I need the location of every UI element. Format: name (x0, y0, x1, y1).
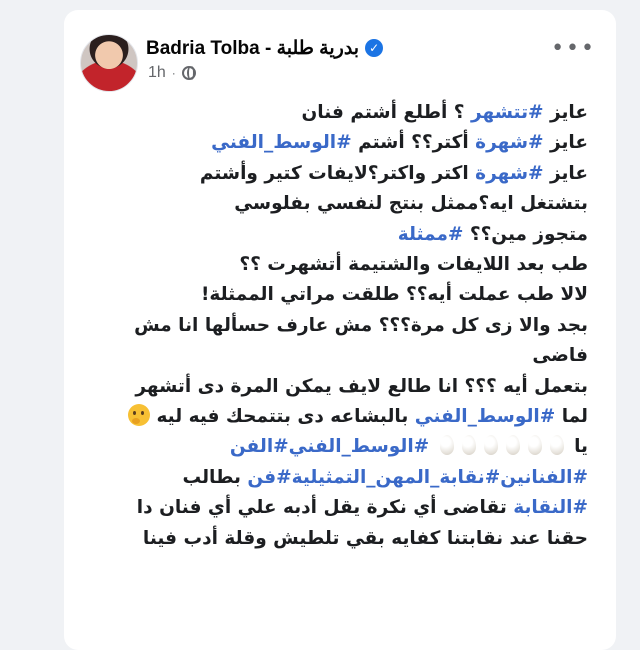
globe-icon[interactable] (181, 66, 196, 80)
egg-icon (549, 435, 564, 456)
post-time[interactable]: 1h (148, 64, 166, 82)
hashtag-link[interactable]: #نقابة_المهن_التمثيلية (292, 467, 501, 488)
egg-icon (461, 435, 476, 456)
text-segment: عايز (543, 102, 588, 123)
post-body: عايز #تتشهر ؟ أطلع أشتم فنان عايز #شهرة … (88, 98, 588, 554)
post-line: بجد والا زى كل مرة؟؟؟ مش عارف حسألها انا… (134, 314, 588, 336)
post-line: يا #الوسط_الفني#الفن (88, 432, 588, 462)
verified-badge-icon: ✓ (365, 39, 384, 57)
author-name[interactable]: Badria Tolba - بدرية طلبة (146, 37, 359, 60)
post-line: لما #الوسط_الفني بالبشاعه دى بتتمحك فيه … (88, 402, 588, 432)
hashtag-link[interactable]: #شهرة (475, 163, 543, 184)
thinking-face-icon (127, 404, 150, 427)
text-segment: بالبشاعه دى بتتمحك فيه ليه (156, 406, 415, 428)
post-meta: 1h · (148, 64, 196, 82)
text-segment: اكتر واكتر؟لايفات كتير وأشتم (199, 162, 476, 184)
text-segment: ؟ أطلع أشتم فنان (301, 102, 471, 123)
hashtag-link[interactable]: #النقابة (513, 497, 588, 518)
author-avatar[interactable] (80, 34, 138, 92)
post-line: متجوز مين؟؟ #ممثلة (88, 220, 588, 250)
post-line: عايز #شهرة اكتر واكتر؟لايفات كتير وأشتم (88, 159, 588, 189)
more-options-button[interactable]: ••• (551, 38, 596, 60)
text-segment: لما (555, 406, 588, 428)
post-line: بتشتغل ايه؟ممثل بنتج لنفسي بفلوسي (234, 193, 588, 215)
egg-icon (527, 435, 542, 456)
egg-icon (439, 435, 454, 456)
egg-icon (505, 435, 520, 456)
post-line: طب بعد اللايفات والشتيمة أتشهرت ؟؟ (239, 254, 588, 276)
text-segment: عايز (543, 162, 588, 184)
hashtag-link[interactable]: #الوسط_الفني (211, 132, 352, 153)
post-line: بتعمل أيه ؟؟؟ انا طالع لايف يمكن المرة د… (135, 375, 588, 397)
author-row: Badria Tolba - بدرية طلبة ✓ (146, 36, 384, 60)
post-card: Badria Tolba - بدرية طلبة ✓ 1h · ••• عاي… (64, 10, 616, 650)
text-segment: بطالب (182, 466, 248, 488)
hashtag-link[interactable]: #ممثلة (398, 224, 464, 245)
hashtag-link[interactable]: #شهرة (475, 132, 543, 153)
hashtag-link[interactable]: #الفنانين (500, 467, 588, 488)
hashtag-link[interactable]: #الوسط_الفني (415, 406, 556, 427)
text-segment: عايز (543, 132, 588, 154)
hashtag-link[interactable]: #تتشهر (471, 102, 544, 123)
post-line: #النقابة تقاضى أي نكرة يقل أدبه علي أي ف… (88, 493, 588, 523)
separator-dot: · (171, 66, 176, 80)
text-segment: أكتر؟؟ أشتم (351, 132, 476, 154)
text-segment: متجوز مين؟؟ (463, 223, 588, 245)
egg-icon (483, 435, 498, 456)
hashtag-link[interactable]: #الفن (230, 436, 289, 457)
post-line: #الفنانين#نقابة_المهن_التمثيلية#فن بطالب (88, 463, 588, 493)
post-line: حقنا عند نقابتنا كفايه بقي تلطيش وقلة أد… (142, 527, 588, 549)
hashtag-link[interactable]: #فن (247, 467, 291, 488)
post-line: لالا طب عملت أيه؟؟ طلقت مراتي الممثلة! (200, 284, 588, 306)
post-line: فاضى (532, 345, 588, 367)
post-line: عايز #شهرة أكتر؟؟ أشتم #الوسط_الفني (88, 128, 588, 158)
text-segment: يا (574, 436, 588, 458)
text-segment: تقاضى أي نكرة يقل أدبه علي أي فنان دا (136, 497, 514, 519)
hashtag-link[interactable]: #الوسط_الفني (289, 436, 430, 457)
post-line: عايز #تتشهر ؟ أطلع أشتم فنان (88, 98, 588, 128)
